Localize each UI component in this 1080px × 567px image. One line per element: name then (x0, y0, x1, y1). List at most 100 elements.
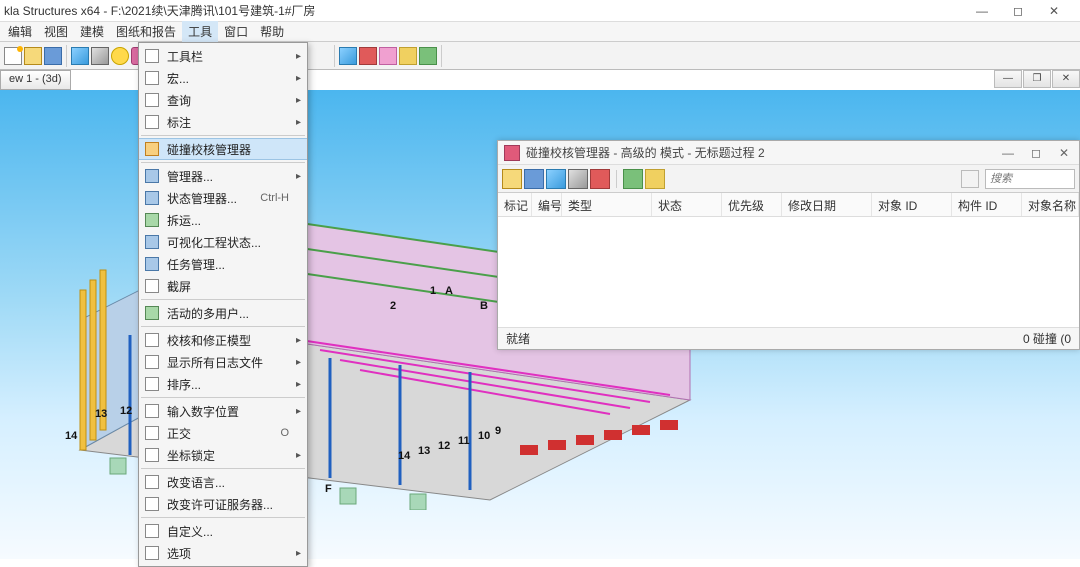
menu-item-13[interactable]: 显示所有日志文件 (139, 351, 307, 373)
dialog-open-icon[interactable] (502, 169, 522, 189)
menu-item-21[interactable]: 选项 (139, 542, 307, 564)
dialog-grid-body[interactable] (498, 217, 1079, 327)
dialog-grid-header: 标记 编号 类型 状态 优先级 修改日期 对象 ID 构件 ID 对象名称 (498, 193, 1079, 217)
menu-item-19[interactable]: 改变许可证服务器... (139, 493, 307, 515)
menu-item-5[interactable]: 管理器... (139, 165, 307, 187)
col-objid[interactable]: 对象 ID (872, 193, 952, 216)
menu-item-icon (141, 113, 163, 131)
col-compid[interactable]: 构件 ID (952, 193, 1022, 216)
view-tab-3d[interactable]: ew 1 - (3d) (0, 70, 71, 90)
menu-item-label: 任务管理... (167, 256, 289, 273)
menu-report[interactable]: 图纸和报告 (110, 21, 182, 42)
minimize-button[interactable]: — (970, 4, 994, 18)
tool-e-icon[interactable] (419, 47, 437, 65)
grid-label: 14 (398, 450, 410, 462)
menu-item-label: 输入数字位置 (167, 403, 289, 420)
dialog-del-icon[interactable] (590, 169, 610, 189)
dialog-save-icon[interactable] (524, 169, 544, 189)
menu-item-16[interactable]: 正交O (139, 422, 307, 444)
menu-item-icon (141, 353, 163, 371)
toolbar-misc-group (334, 45, 442, 67)
view3d-icon[interactable] (71, 47, 89, 65)
tool-a-icon[interactable] (339, 47, 357, 65)
dialog-close-button[interactable]: ✕ (1055, 146, 1073, 160)
col-priority[interactable]: 优先级 (722, 193, 782, 216)
menu-window[interactable]: 窗口 (218, 21, 254, 42)
menu-item-15[interactable]: 输入数字位置 (139, 400, 307, 422)
menu-item-icon (141, 304, 163, 322)
menu-item-17[interactable]: 坐标锁定 (139, 444, 307, 466)
dialog-stop-icon[interactable] (568, 169, 588, 189)
menu-item-2[interactable]: 查询 (139, 89, 307, 111)
menu-item-icon (141, 140, 163, 158)
menu-item-18[interactable]: 改变语言... (139, 471, 307, 493)
save-icon[interactable] (44, 47, 62, 65)
col-type[interactable]: 类型 (562, 193, 652, 216)
dialog-ok-icon[interactable] (623, 169, 643, 189)
menu-model[interactable]: 建模 (74, 21, 110, 42)
col-date[interactable]: 修改日期 (782, 193, 872, 216)
menu-item-1[interactable]: 宏... (139, 67, 307, 89)
tool-c-icon[interactable] (379, 47, 397, 65)
new-icon[interactable] (4, 47, 22, 65)
menu-item-label: 拆运... (167, 212, 289, 229)
viewplan-icon[interactable] (91, 47, 109, 65)
menu-item-label: 管理器... (167, 168, 289, 185)
dialog-search-input[interactable] (985, 169, 1075, 189)
main-titlebar: kla Structures x64 - F:\2021续\天津腾讯\101号建… (0, 0, 1080, 22)
dialog-filter-icon[interactable] (961, 170, 979, 188)
menu-item-icon (141, 167, 163, 185)
menu-view[interactable]: 视图 (38, 21, 74, 42)
menu-item-icon (141, 495, 163, 513)
menu-item-label: 可视化工程状态... (167, 234, 289, 251)
favorite-icon[interactable] (111, 47, 129, 65)
menu-item-icon (141, 277, 163, 295)
menu-item-10[interactable]: 截屏 (139, 275, 307, 297)
menu-item-9[interactable]: 任务管理... (139, 253, 307, 275)
menu-item-4[interactable]: 碰撞校核管理器 (139, 138, 307, 160)
col-status[interactable]: 状态 (652, 193, 722, 216)
grid-label: B (480, 300, 488, 312)
grid-label: 14 (65, 430, 77, 442)
menu-item-20[interactable]: 自定义... (139, 520, 307, 542)
menu-help[interactable]: 帮助 (254, 21, 290, 42)
menu-item-label: 标注 (167, 114, 289, 131)
menu-item-label: 状态管理器... (167, 190, 260, 207)
menu-item-label: 改变许可证服务器... (167, 496, 289, 513)
dialog-warn-icon[interactable] (645, 169, 665, 189)
dialog-maximize-button[interactable]: ◻ (1027, 146, 1045, 160)
maximize-button[interactable]: ◻ (1006, 4, 1030, 18)
grid-label: 9 (495, 425, 501, 437)
menu-item-11[interactable]: 活动的多用户... (139, 302, 307, 324)
view-minimize-button[interactable]: — (994, 70, 1022, 88)
clash-manager-dialog[interactable]: 碰撞校核管理器 - 高级的 模式 - 无标题过程 2 — ◻ ✕ 标记 编号 类… (497, 140, 1080, 350)
menu-item-12[interactable]: 校核和修正模型 (139, 329, 307, 351)
col-number[interactable]: 编号 (532, 193, 562, 216)
dialog-run-icon[interactable] (546, 169, 566, 189)
menu-item-3[interactable]: 标注 (139, 111, 307, 133)
menu-edit[interactable]: 编辑 (2, 21, 38, 42)
menu-item-label: 改变语言... (167, 474, 289, 491)
view-window-controls: — ❐ ✕ (994, 70, 1080, 88)
menu-tools[interactable]: 工具 (182, 21, 218, 42)
grid-label: 1 (430, 285, 436, 297)
separator (616, 170, 617, 188)
close-button[interactable]: ✕ (1042, 4, 1066, 18)
col-objname[interactable]: 对象名称 (1022, 193, 1079, 216)
menu-item-label: 排序... (167, 376, 289, 393)
view-maximize-button[interactable]: ❐ (1023, 70, 1051, 88)
dialog-minimize-button[interactable]: — (999, 146, 1017, 160)
menu-item-8[interactable]: 可视化工程状态... (139, 231, 307, 253)
menu-item-0[interactable]: 工具栏 (139, 45, 307, 67)
tool-b-icon[interactable] (359, 47, 377, 65)
open-icon[interactable] (24, 47, 42, 65)
menu-item-icon (141, 544, 163, 562)
menu-item-7[interactable]: 拆运... (139, 209, 307, 231)
status-left: 就绪 (506, 330, 530, 347)
dialog-titlebar[interactable]: 碰撞校核管理器 - 高级的 模式 - 无标题过程 2 — ◻ ✕ (498, 141, 1079, 165)
view-close-button[interactable]: ✕ (1052, 70, 1080, 88)
tool-d-icon[interactable] (399, 47, 417, 65)
col-mark[interactable]: 标记 (498, 193, 532, 216)
menu-item-14[interactable]: 排序... (139, 373, 307, 395)
menu-item-6[interactable]: 状态管理器...Ctrl-H (139, 187, 307, 209)
